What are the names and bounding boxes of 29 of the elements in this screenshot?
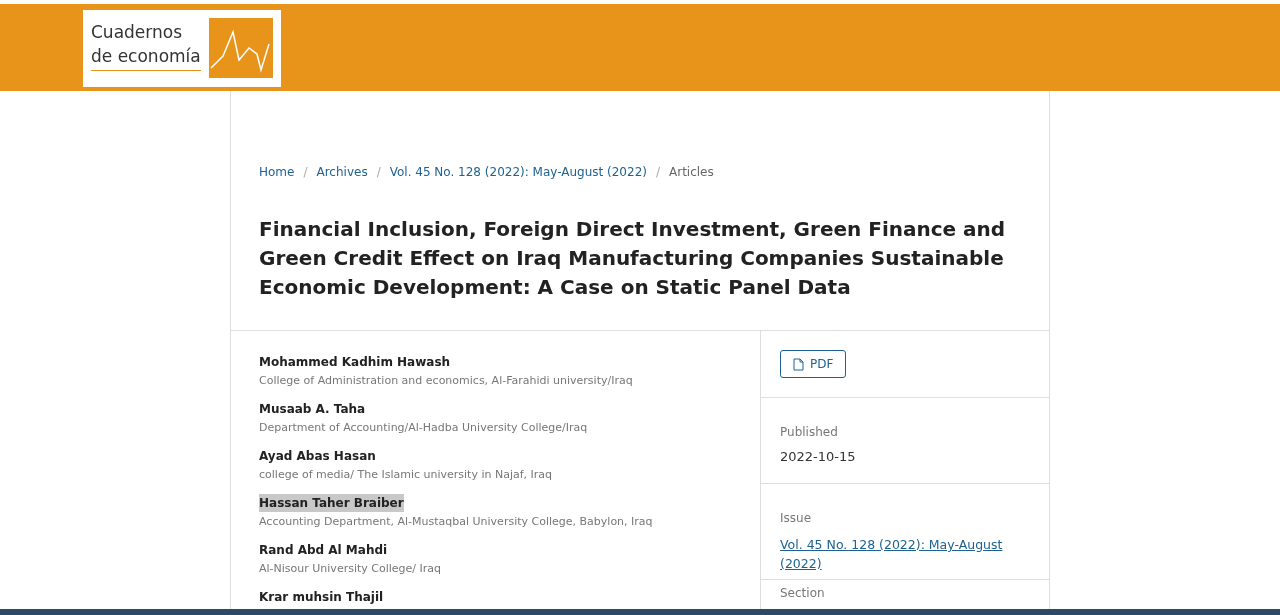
author-name: Rand Abd Al Mahdi xyxy=(259,542,388,559)
section-label: Section xyxy=(780,586,825,600)
author-name: Musaab A. Taha xyxy=(259,401,366,418)
breadcrumb-link[interactable]: Home xyxy=(259,165,295,179)
pdf-button[interactable]: PDF xyxy=(780,350,847,378)
published-date: 2022-10-15 xyxy=(780,449,856,464)
author-name: Mohammed Kadhim Hawash xyxy=(259,354,451,371)
published-label: Published xyxy=(780,425,838,439)
logo-text: de economía xyxy=(91,45,201,68)
breadcrumb-link[interactable]: Archives xyxy=(316,165,368,179)
author-affiliation: Accounting Department, Al-Mustaqbal University College, Babylon, Iraq xyxy=(259,514,653,530)
breadcrumb-current: Articles xyxy=(669,165,714,179)
issue-label: Issue xyxy=(780,511,812,525)
issue-link[interactable]: Vol. 45 No. 128 (2022): May-August (2022) xyxy=(780,535,1030,573)
breadcrumb-link[interactable]: Vol. 45 No. 128 (2022): May-August (2022) xyxy=(389,165,647,179)
document-icon xyxy=(793,357,804,371)
journal-logo[interactable]: Cuadernos de economía xyxy=(83,10,281,87)
author-affiliation: Department of Accounting/Al-Hadba University College/Iraq xyxy=(259,420,588,436)
article-title: Financial Inclusion, Foreign Direct Investment, Green Finance and Green Credit Effect on Iraq Manufacturing Companies Sustainable Economic Development: A Case on Static Panel Data xyxy=(259,216,1007,301)
author-affiliation: college of media/ The Islamic university in Najaf, Iraq xyxy=(259,467,553,483)
author-name: Ayad Abas Hasan xyxy=(259,448,376,465)
breadcrumb-separator: / xyxy=(655,165,660,179)
logo-text: Cuadernos xyxy=(91,21,184,44)
author-name: Krar muhsin Thajil xyxy=(259,589,384,606)
breadcrumb-separator: / xyxy=(376,165,381,179)
author-affiliation: Al-Nisour University College/ Iraq xyxy=(259,561,441,577)
author-name: Hassan Taher Braiber xyxy=(259,494,404,512)
author-affiliation: College of Administration and economics, Al-Farahidi university/Iraq xyxy=(259,373,633,389)
breadcrumb-separator: / xyxy=(303,165,308,179)
